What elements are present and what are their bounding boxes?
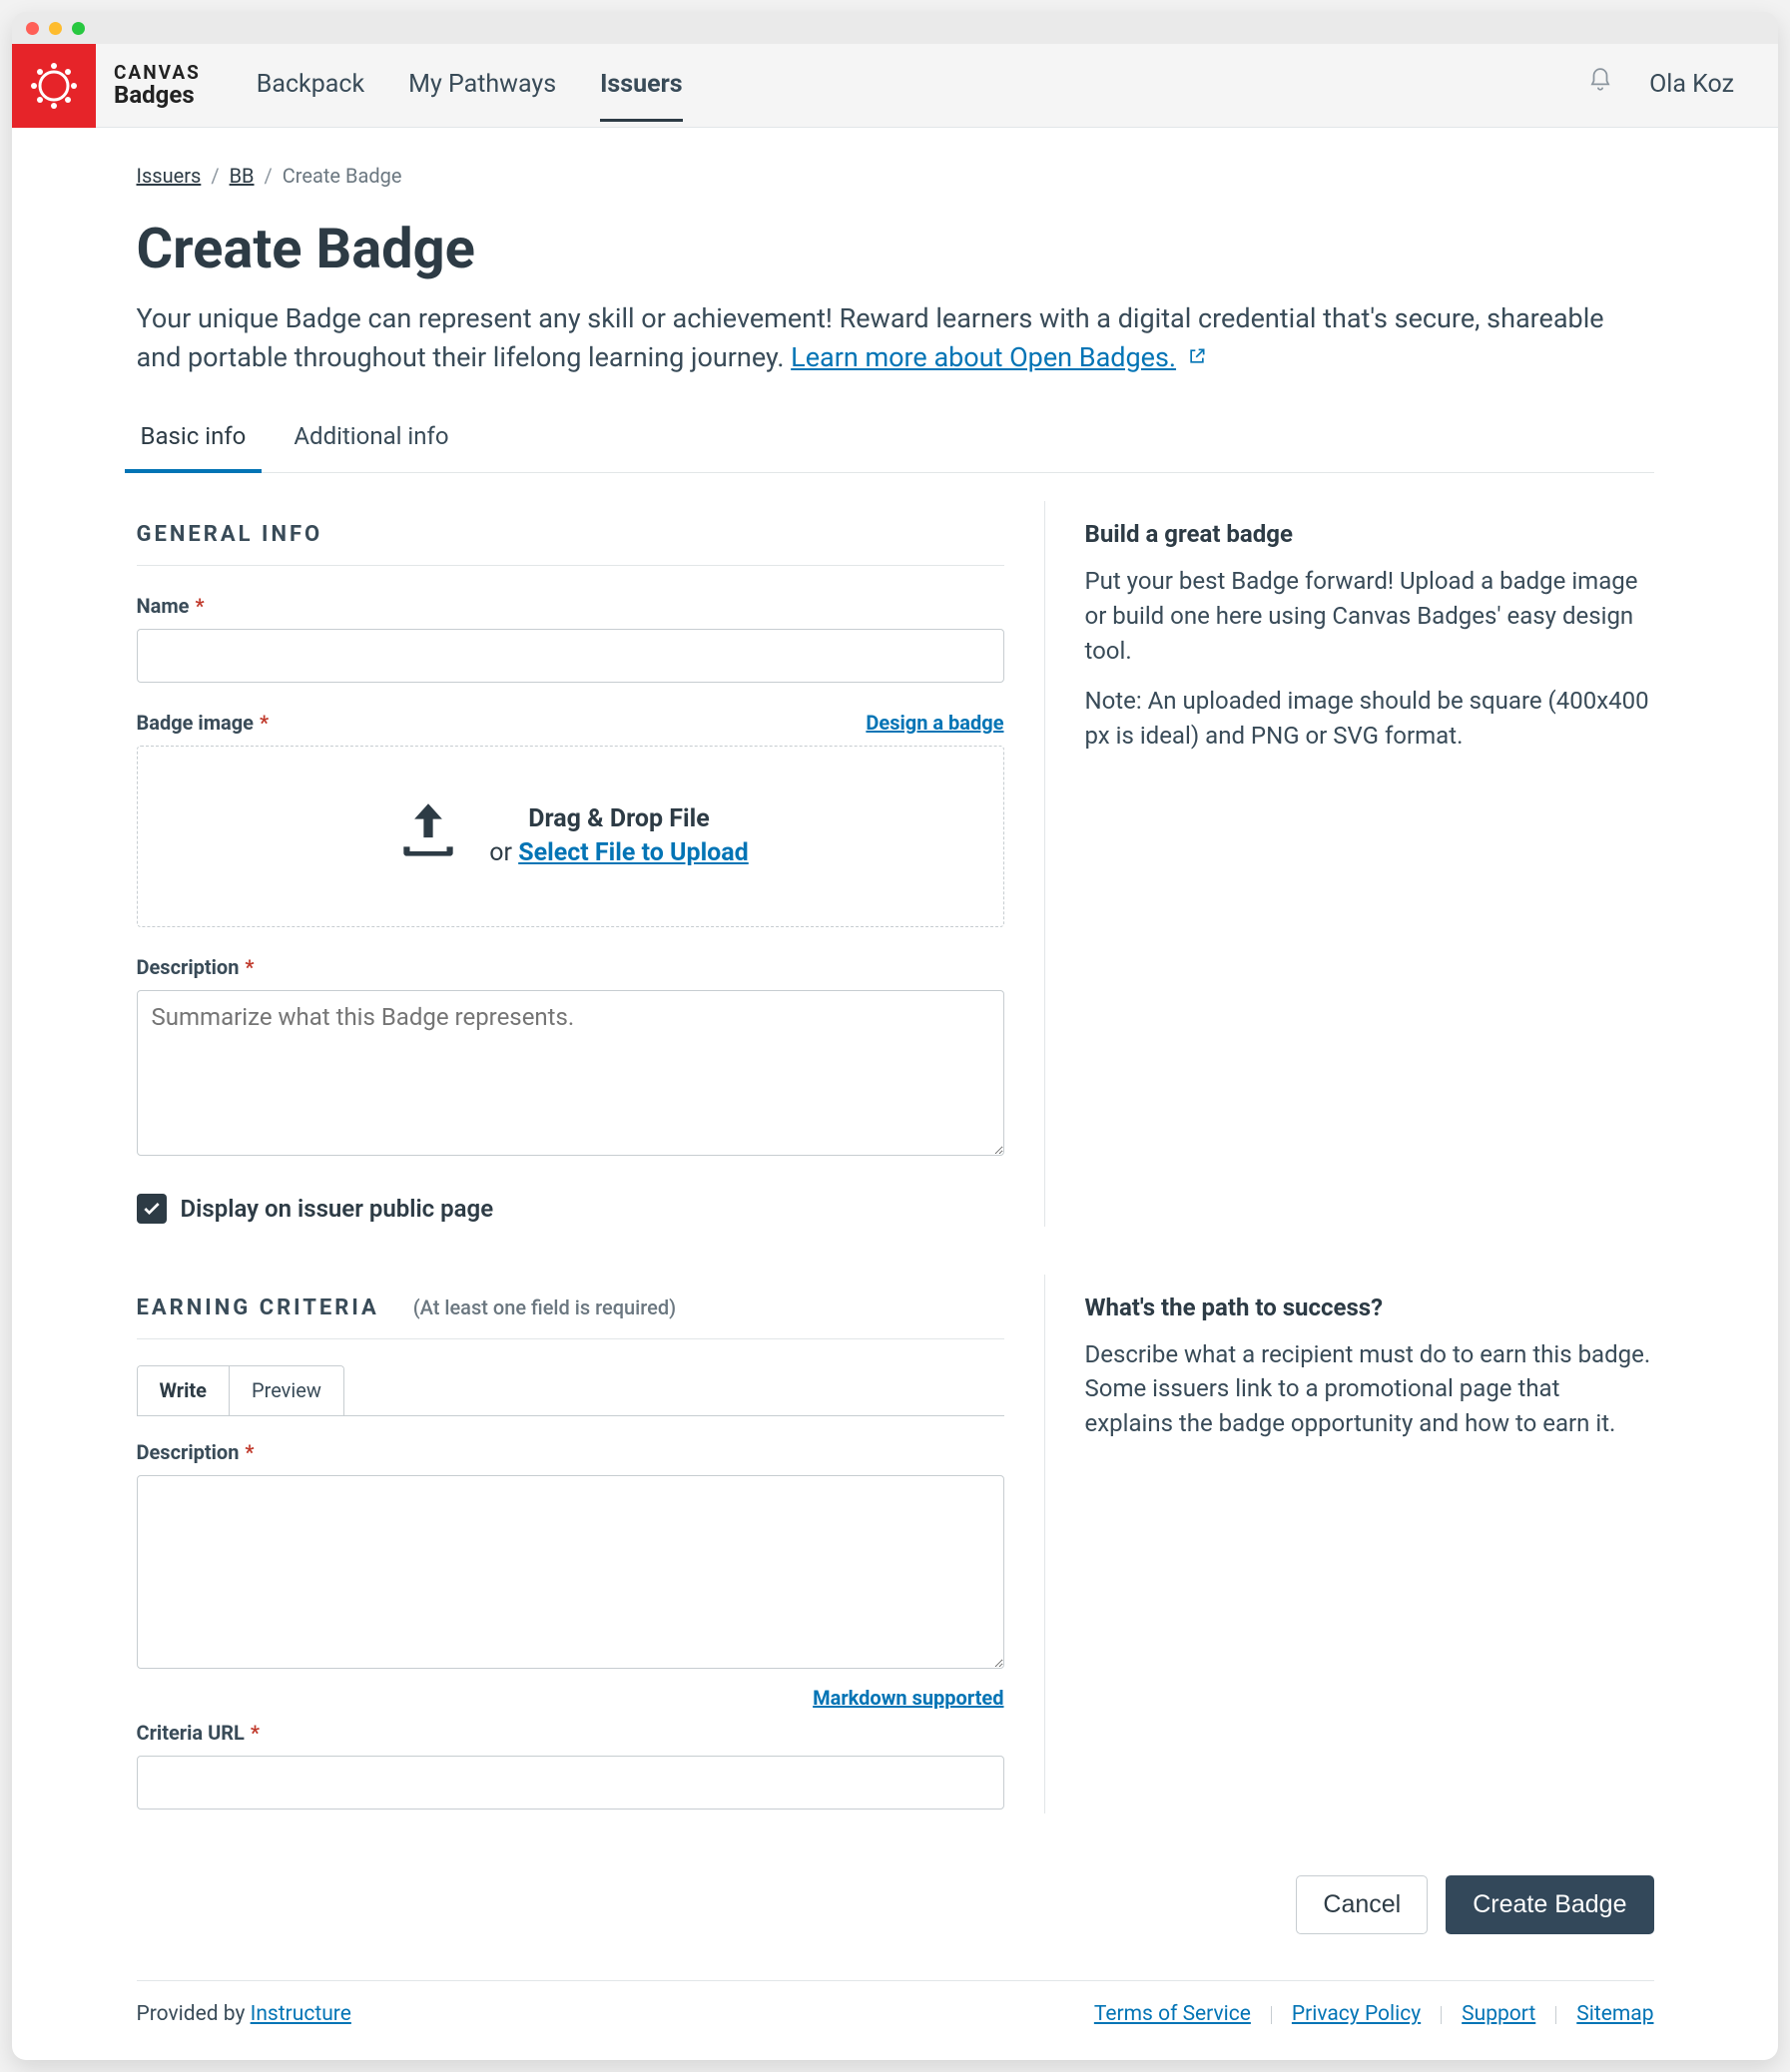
subtab-preview[interactable]: Preview	[230, 1366, 343, 1415]
notifications-icon[interactable]	[1587, 67, 1613, 104]
window: CANVAS Badges Backpack My Pathways Issue…	[12, 12, 1778, 2060]
divider	[1441, 2006, 1442, 2024]
brand-line1: CANVAS	[114, 63, 201, 83]
window-close-icon[interactable]	[26, 22, 39, 35]
description-textarea[interactable]	[137, 990, 1004, 1156]
markdown-supported-link[interactable]: Markdown supported	[137, 1684, 1004, 1713]
footer-terms-link[interactable]: Terms of Service	[1094, 1999, 1251, 2029]
earning-heading-note: (At least one field is required)	[413, 1295, 676, 1319]
form-actions: Cancel Create Badge	[97, 1875, 1694, 1964]
footer-sitemap-link[interactable]: Sitemap	[1576, 1999, 1653, 2029]
criteria-description-label: Description	[137, 1438, 240, 1467]
section-earning-heading: EARNING CRITERIA (At least one field is …	[137, 1293, 1004, 1324]
required-icon: *	[245, 953, 254, 982]
badge-image-dropzone[interactable]: Drag & Drop File or Select File to Uploa…	[137, 746, 1004, 927]
breadcrumb: Issuers / BB / Create Badge	[137, 162, 1654, 191]
nav-issuers[interactable]: Issuers	[600, 61, 683, 109]
topbar: CANVAS Badges Backpack My Pathways Issue…	[12, 44, 1778, 128]
tab-additional-info[interactable]: Additional info	[290, 405, 452, 472]
page-title: Create Badge	[137, 209, 1654, 289]
cancel-button[interactable]: Cancel	[1296, 1875, 1428, 1934]
external-link-icon	[1187, 341, 1207, 373]
breadcrumb-separator-icon: /	[211, 162, 219, 191]
help-general-title: Build a great badge	[1085, 517, 1654, 552]
footer-support-link[interactable]: Support	[1462, 1999, 1535, 2029]
help-general-p2: Note: An uploaded image should be square…	[1085, 684, 1654, 754]
earning-heading-text: EARNING CRITERIA	[137, 1295, 379, 1320]
page-subtitle: Your unique Badge can represent any skil…	[137, 299, 1654, 377]
criteria-url-label: Criteria URL	[137, 1719, 245, 1748]
create-badge-button[interactable]: Create Badge	[1446, 1875, 1653, 1934]
dropzone-or: or	[489, 838, 512, 867]
tab-basic-info[interactable]: Basic info	[137, 405, 251, 472]
footer-privacy-link[interactable]: Privacy Policy	[1292, 1999, 1421, 2029]
divider	[137, 1338, 1004, 1339]
name-label: Name	[137, 592, 190, 621]
divider	[1555, 2006, 1556, 2024]
required-icon: *	[251, 1719, 260, 1748]
breadcrumb-separator-icon: /	[265, 162, 273, 191]
breadcrumb-issuers[interactable]: Issuers	[137, 162, 202, 191]
brand-line2: Badges	[114, 83, 201, 108]
form-tabs: Basic info Additional info	[137, 405, 1654, 473]
upload-icon	[391, 794, 465, 878]
divider	[1271, 2006, 1272, 2024]
display-public-checkbox[interactable]	[137, 1194, 167, 1224]
subtab-write[interactable]: Write	[138, 1366, 230, 1415]
select-file-link[interactable]: Select File to Upload	[518, 838, 749, 867]
required-icon: *	[195, 592, 204, 621]
footer-provided-by: Provided by Instructure	[137, 1999, 351, 2029]
brand[interactable]: CANVAS Badges	[12, 44, 229, 127]
divider	[137, 565, 1004, 566]
criteria-url-input[interactable]	[137, 1756, 1004, 1810]
description-label: Description	[137, 953, 240, 982]
footer-links: Terms of Service Privacy Policy Support …	[1094, 1999, 1654, 2029]
criteria-description-textarea[interactable]	[137, 1475, 1004, 1669]
breadcrumb-current: Create Badge	[283, 162, 402, 191]
name-input[interactable]	[137, 629, 1004, 683]
titlebar	[12, 12, 1778, 44]
design-badge-link[interactable]: Design a badge	[866, 709, 1003, 738]
criteria-subtabs: Write Preview	[137, 1365, 344, 1415]
required-icon: *	[245, 1438, 254, 1467]
display-public-label: Display on issuer public page	[181, 1192, 494, 1227]
brand-logo-icon	[12, 44, 96, 128]
learn-more-link[interactable]: Learn more about Open Badges.	[791, 341, 1176, 373]
section-general-heading: GENERAL INFO	[137, 519, 1004, 551]
help-earning-title: What's the path to success?	[1085, 1291, 1654, 1325]
user-menu[interactable]: Ola Koz	[1649, 67, 1734, 103]
footer-provided-by-prefix: Provided by	[137, 2002, 251, 2026]
window-maximize-icon[interactable]	[72, 22, 85, 35]
nav-backpack[interactable]: Backpack	[257, 61, 364, 109]
nav-my-pathways[interactable]: My Pathways	[408, 61, 556, 109]
dropzone-title: Drag & Drop File	[528, 802, 709, 836]
footer-instructure-link[interactable]: Instructure	[251, 2002, 351, 2026]
badge-image-label: Badge image	[137, 709, 254, 738]
window-minimize-icon[interactable]	[49, 22, 62, 35]
help-general-p1: Put your best Badge forward! Upload a ba…	[1085, 564, 1654, 668]
primary-nav: Backpack My Pathways Issuers	[229, 44, 683, 127]
help-earning-p1: Describe what a recipient must do to ear…	[1085, 1337, 1654, 1441]
required-icon: *	[260, 709, 269, 738]
breadcrumb-bb[interactable]: BB	[230, 162, 255, 191]
divider	[137, 1980, 1654, 1981]
